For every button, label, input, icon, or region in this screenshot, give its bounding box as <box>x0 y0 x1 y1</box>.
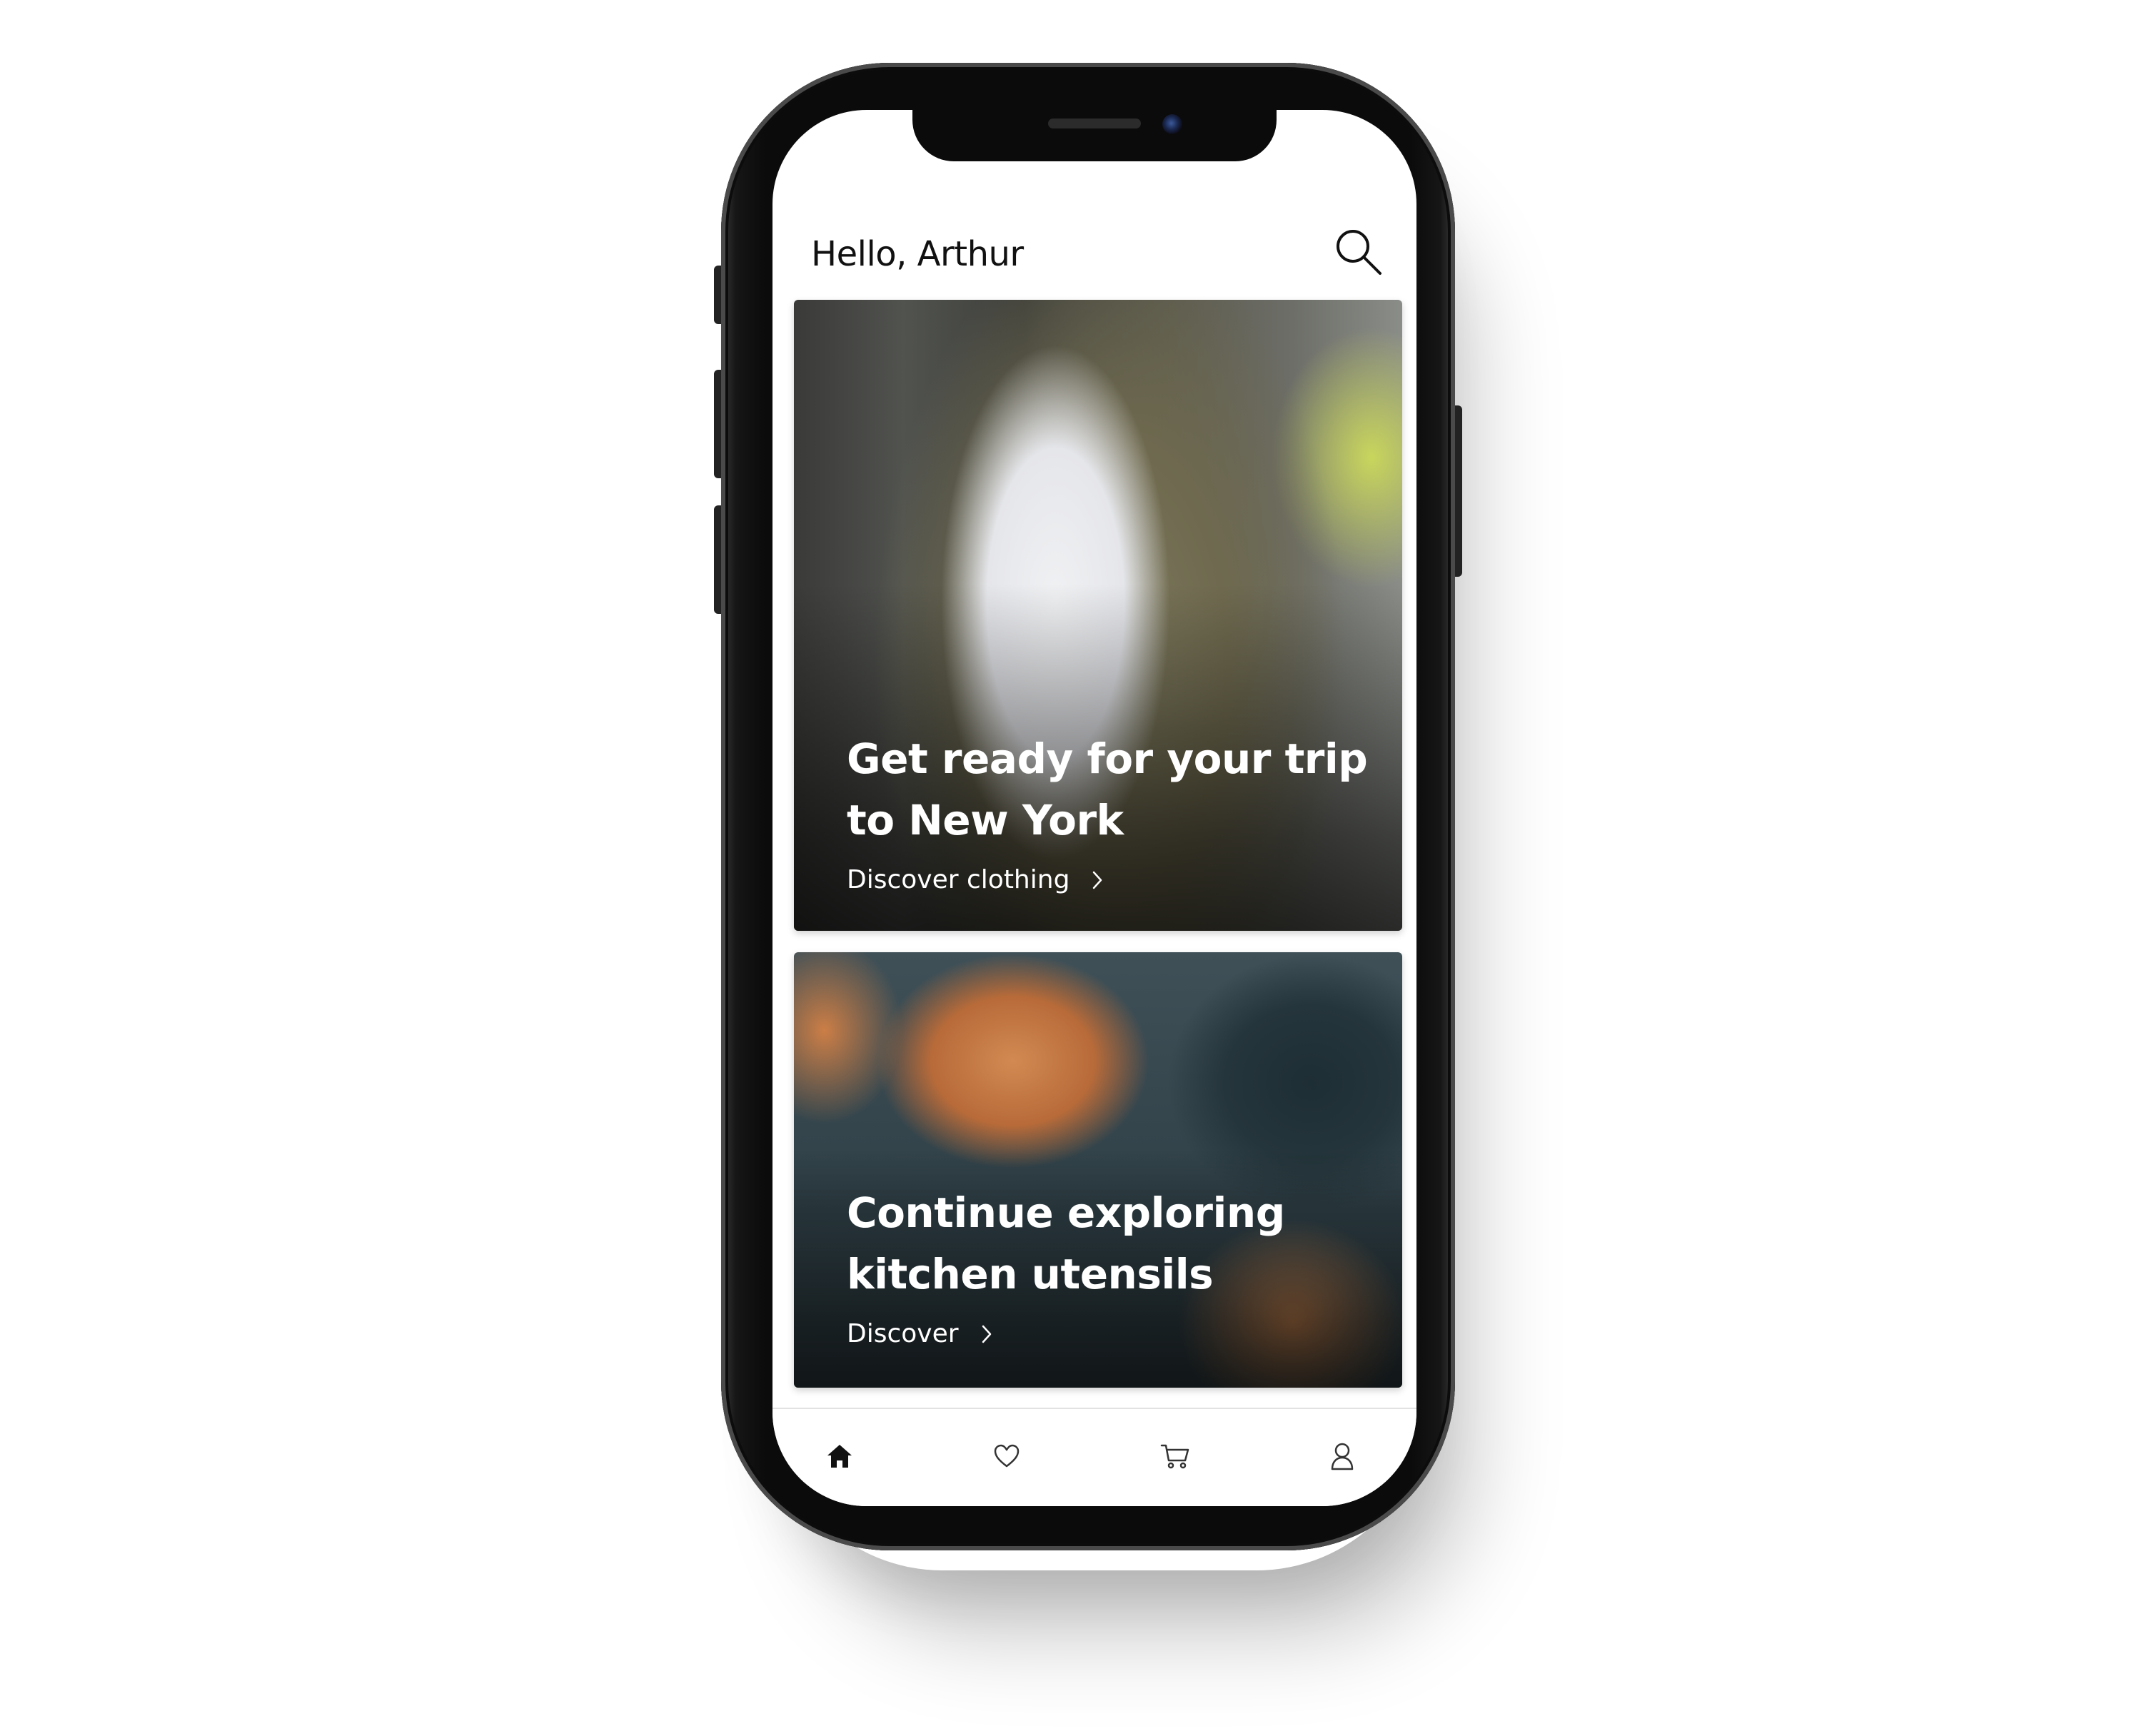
card-link-label: Discover <box>847 1319 959 1348</box>
card-title: Get ready for your trip to New York <box>847 735 1368 844</box>
bottom-navigation <box>772 1408 1416 1506</box>
profile-icon <box>1331 1443 1354 1470</box>
phone-screen: Hello, Arthur Get ready for your trip to… <box>772 110 1416 1506</box>
speaker-grille <box>1048 118 1141 128</box>
promo-card-kitchen-utensils[interactable]: Continue exploring kitchen utensils Disc… <box>794 952 1402 1388</box>
front-camera <box>1162 114 1182 134</box>
tab-home[interactable] <box>811 1428 868 1485</box>
discover-clothing-link[interactable]: Discover clothing <box>847 865 1104 894</box>
search-icon <box>1337 230 1381 275</box>
discover-link[interactable]: Discover <box>847 1319 993 1348</box>
heart-icon <box>994 1444 1020 1468</box>
tab-wishlist[interactable] <box>978 1428 1035 1485</box>
card-title: Continue exploring kitchen utensils <box>847 1189 1285 1298</box>
tab-profile[interactable] <box>1314 1428 1371 1485</box>
chevron-right-icon <box>982 1325 991 1343</box>
chevron-right-icon <box>1093 871 1102 889</box>
search-button[interactable] <box>1331 224 1385 278</box>
notch <box>912 110 1277 161</box>
promo-card-new-york[interactable]: Get ready for your trip to New York Disc… <box>794 300 1402 931</box>
home-icon <box>827 1445 852 1468</box>
cart-icon <box>1160 1444 1189 1469</box>
app-header: Hello, Arthur <box>772 210 1416 296</box>
card-link-label: Discover clothing <box>847 865 1070 894</box>
tab-cart[interactable] <box>1147 1428 1204 1485</box>
greeting-title: Hello, Arthur <box>811 234 1024 274</box>
